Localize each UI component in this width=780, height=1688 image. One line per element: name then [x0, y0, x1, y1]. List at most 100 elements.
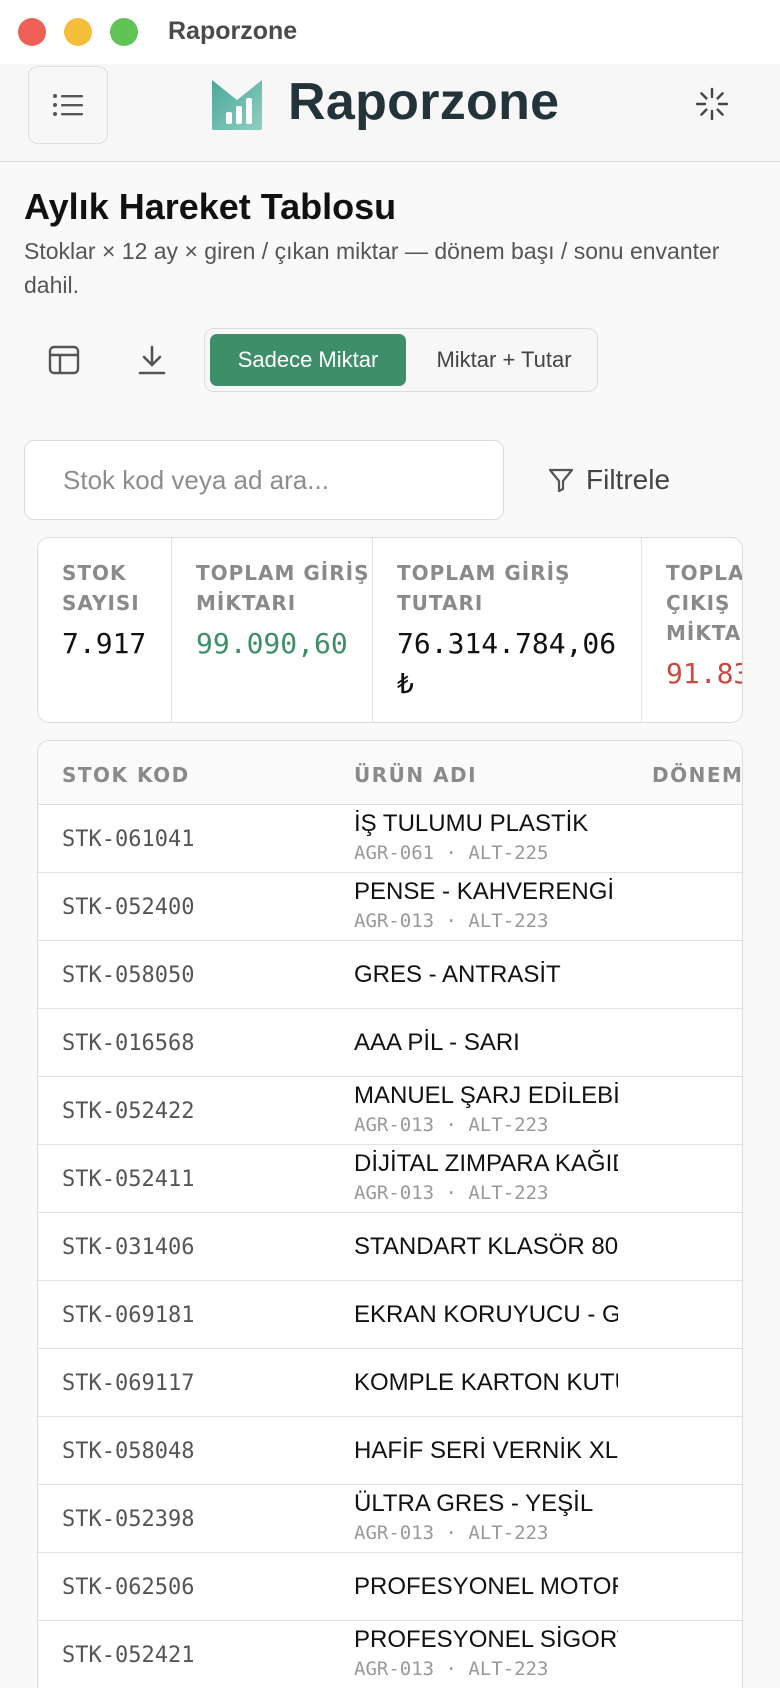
stock-code: STK-058048: [62, 1439, 195, 1464]
window-title: Raporzone: [168, 17, 298, 45]
app-window: Raporzone Raporzone Aylık Hareket Tablos…: [0, 0, 780, 1688]
product-cell: ÜLTRA GRES - YEŞİL AGR-013 · ALT-223: [354, 1489, 618, 1547]
stat-total-in-quantity: TOPLAM GİRİŞ MİKTARI 99.090,60: [172, 538, 373, 722]
table-row[interactable]: STK-069117 KOMPLE KARTON KUTU: [38, 1349, 742, 1417]
product-name: MANUEL ŞARJ EDİLEBİLİR: [354, 1082, 618, 1109]
table-row[interactable]: STK-016568 AAA PİL - SARI: [38, 1009, 742, 1077]
download-icon: [138, 345, 166, 375]
stat-total-in-amount: TOPLAM GİRİŞ TUTARI 76.314.784,06 ₺: [373, 538, 642, 722]
close-window-button[interactable]: [18, 18, 46, 46]
product-cell: HAFİF SERİ VERNİK XL: [354, 1436, 618, 1466]
stock-code: STK-069181: [62, 1303, 195, 1328]
summary-stats: STOK SAYISI 7.917 TOPLAM GİRİŞ MİKTARI 9…: [37, 537, 743, 723]
stock-code: STK-016568: [62, 1031, 195, 1056]
stat-stock-count: STOK SAYISI 7.917: [38, 538, 172, 722]
stock-table: STOK KOD ÜRÜN ADI DÖNEM BAŞI STK-061041 İ…: [37, 740, 743, 1688]
stat-value: 91.83: [666, 657, 743, 690]
product-group-meta: AGR-013 · ALT-223: [354, 1182, 549, 1204]
product-name: ÜLTRA GRES - YEŞİL: [354, 1490, 594, 1517]
table-row[interactable]: STK-062506 PROFESYONEL MOTOR: [38, 1553, 742, 1621]
stock-code: STK-052421: [62, 1643, 195, 1668]
table-body: STK-061041 İŞ TULUMU PLASTİK AGR-061 · ALT…: [38, 805, 742, 1688]
stat-value: 76.314.784,06: [397, 627, 617, 660]
brand-logo-icon: [212, 80, 262, 130]
table-row[interactable]: STK-069181 EKRAN KORUYUCU - GRİ: [38, 1281, 742, 1349]
product-cell: PENSE - KAHVERENGİ AGR-013 · ALT-223: [354, 877, 618, 935]
product-cell: STANDART KLASÖR 80: [354, 1232, 618, 1262]
column-header-product-name[interactable]: ÜRÜN ADI: [354, 763, 477, 787]
download-button[interactable]: [132, 340, 172, 380]
stock-code: STK-061041: [62, 827, 195, 852]
stock-code: STK-058050: [62, 963, 195, 988]
table-row[interactable]: STK-052398 ÜLTRA GRES - YEŞİL AGR-013 · AL…: [38, 1485, 742, 1553]
product-name: DİJİTAL ZIMPARA KAĞIDI: [354, 1150, 618, 1177]
table-row[interactable]: STK-052400 PENSE - KAHVERENGİ AGR-013 · AL…: [38, 873, 742, 941]
filter-icon: [548, 468, 574, 493]
brand-name: Raporzone: [288, 73, 560, 131]
stat-currency: ₺: [397, 667, 414, 700]
stat-label: STOK SAYISI: [62, 561, 140, 615]
product-name: PROFESYONEL MOTOR: [354, 1573, 618, 1600]
product-cell: PROFESYONEL MOTOR: [354, 1572, 618, 1602]
stat-label: TOPLAM GİRİŞ TUTARI: [397, 561, 571, 615]
product-group-meta: AGR-013 · ALT-223: [354, 1114, 549, 1136]
menu-icon: [53, 94, 83, 116]
table-row[interactable]: STK-052411 DİJİTAL ZIMPARA KAĞIDI AGR-013 …: [38, 1145, 742, 1213]
stock-code: STK-062506: [62, 1575, 195, 1600]
table-row[interactable]: STK-058050 GRES - ANTRASİT: [38, 941, 742, 1009]
column-header-stock-code[interactable]: STOK KOD: [62, 763, 190, 787]
table-row[interactable]: STK-052421 PROFESYONEL SİGORTA AGR-013 · A…: [38, 1621, 742, 1688]
product-name: İŞ TULUMU PLASTİK: [354, 810, 589, 837]
table-icon: [48, 345, 80, 375]
table-row[interactable]: STK-031406 STANDART KLASÖR 80: [38, 1213, 742, 1281]
product-cell: EKRAN KORUYUCU - GRİ: [354, 1300, 618, 1330]
page-title: Aylık Hareket Tablosu: [24, 186, 397, 227]
table-header: STOK KOD ÜRÜN ADI DÖNEM BAŞI: [38, 741, 742, 805]
minimize-window-button[interactable]: [64, 18, 92, 46]
product-name: KOMPLE KARTON KUTU: [354, 1369, 618, 1396]
product-name: STANDART KLASÖR 80: [354, 1233, 618, 1260]
table-view-button[interactable]: [44, 340, 84, 380]
product-group-meta: AGR-013 · ALT-223: [354, 1522, 549, 1544]
product-cell: GRES - ANTRASİT: [354, 960, 618, 990]
product-name: PROFESYONEL SİGORTA: [354, 1626, 618, 1653]
product-cell: MANUEL ŞARJ EDİLEBİLİR AGR-013 · ALT-223: [354, 1081, 618, 1139]
stock-code: STK-052398: [62, 1507, 195, 1532]
product-group-meta: AGR-013 · ALT-223: [354, 1658, 549, 1680]
stock-code: STK-069117: [62, 1371, 195, 1396]
product-cell: İŞ TULUMU PLASTİK AGR-061 · ALT-225: [354, 809, 618, 867]
search-input[interactable]: [24, 440, 504, 520]
stat-value: 99.090,60: [196, 627, 348, 660]
stat-value: 7.917: [62, 627, 147, 660]
filter-button[interactable]: Filtrele: [548, 458, 670, 502]
product-cell: DİJİTAL ZIMPARA KAĞIDI AGR-013 · ALT-223: [354, 1149, 618, 1207]
product-cell: PROFESYONEL SİGORTA AGR-013 · ALT-223: [354, 1625, 618, 1683]
product-name: EKRAN KORUYUCU - GRİ: [354, 1301, 618, 1328]
product-name: HAFİF SERİ VERNİK XL: [354, 1437, 618, 1464]
menu-button[interactable]: [28, 66, 108, 144]
product-group-meta: AGR-061 · ALT-225: [354, 842, 549, 864]
stock-code: STK-052400: [62, 895, 195, 920]
mode-quantity-amount-button[interactable]: Miktar + Tutar: [415, 334, 593, 386]
mode-toggle: Sadece Miktar Miktar + Tutar: [204, 328, 598, 392]
product-group-meta: AGR-013 · ALT-223: [354, 910, 549, 932]
product-name: PENSE - KAHVERENGİ: [354, 878, 615, 905]
stat-label: TOPLAM GİRİŞ MİKTARI: [196, 561, 370, 615]
stat-label: TOPLAM ÇIKIŞ MİKTARI: [666, 561, 743, 645]
loading-spinner-icon[interactable]: [694, 86, 730, 122]
column-header-period-start[interactable]: DÖNEM BAŞI: [652, 763, 742, 787]
table-row[interactable]: STK-052422 MANUEL ŞARJ EDİLEBİLİR AGR-013 …: [38, 1077, 742, 1145]
stock-code: STK-052411: [62, 1167, 195, 1192]
table-row[interactable]: STK-061041 İŞ TULUMU PLASTİK AGR-061 · ALT…: [38, 805, 742, 873]
mode-quantity-only-button[interactable]: Sadece Miktar: [210, 334, 406, 386]
table-row[interactable]: STK-058048 HAFİF SERİ VERNİK XL: [38, 1417, 742, 1485]
product-cell: AAA PİL - SARI: [354, 1028, 618, 1058]
page-subtitle: Stoklar × 12 ay × giren / çıkan miktar —…: [24, 238, 720, 298]
product-cell: KOMPLE KARTON KUTU: [354, 1368, 618, 1398]
stock-code: STK-052422: [62, 1099, 195, 1124]
filter-label: Filtrele: [586, 464, 671, 495]
app-header: Raporzone: [0, 64, 780, 162]
maximize-window-button[interactable]: [110, 18, 138, 46]
product-name: GRES - ANTRASİT: [354, 961, 561, 988]
product-name: AAA PİL - SARI: [354, 1029, 520, 1056]
